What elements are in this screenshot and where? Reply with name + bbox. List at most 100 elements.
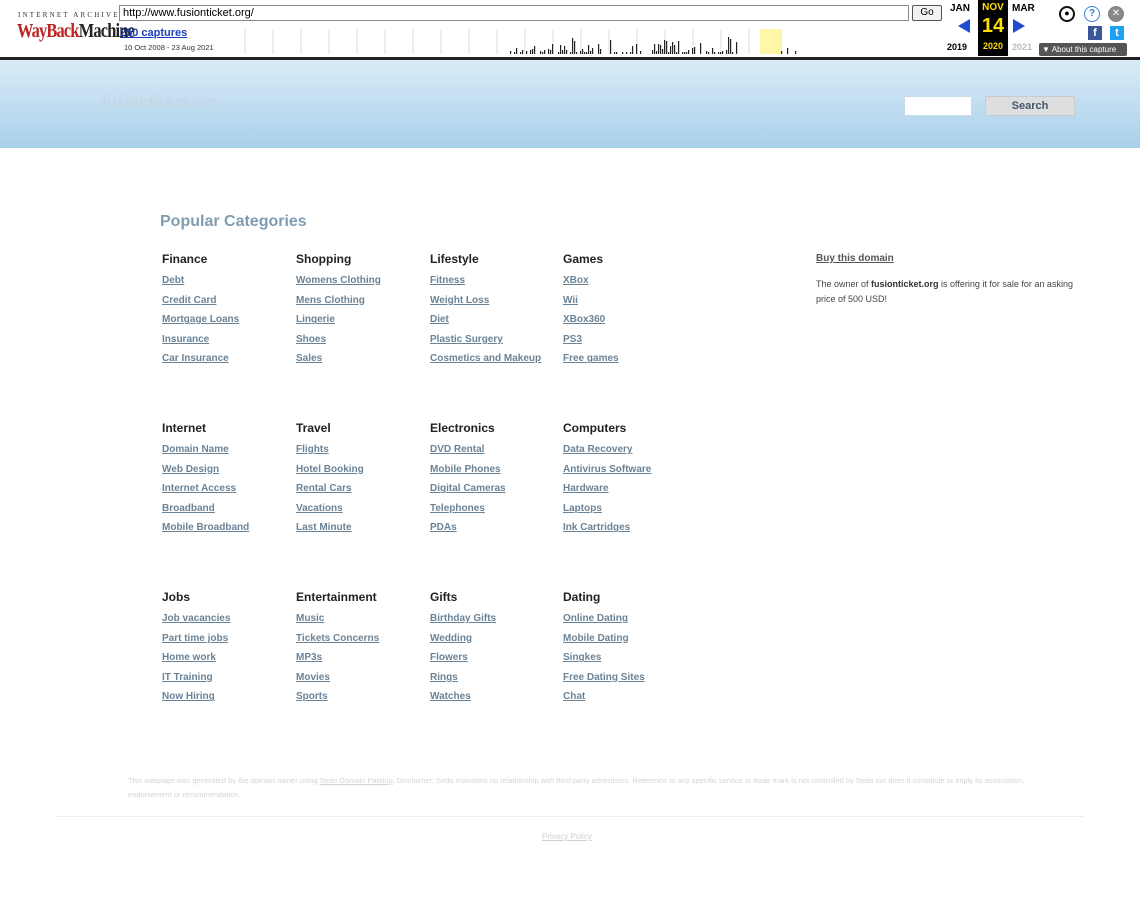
- capture-bar: [544, 50, 546, 54]
- category-link[interactable]: Hardware: [563, 483, 695, 503]
- category-link[interactable]: Plastic Surgery: [430, 334, 562, 354]
- captures-link[interactable]: 250 captures: [120, 27, 187, 39]
- wayback-logo[interactable]: INTERNET ARCHIVE WayBackMachine: [10, 6, 135, 50]
- category-link[interactable]: Laptops: [563, 503, 695, 523]
- category-link[interactable]: MP3s: [296, 652, 428, 672]
- search-input[interactable]: [904, 96, 972, 116]
- category-link[interactable]: Broadband: [162, 503, 294, 523]
- next-month[interactable]: MAR: [1012, 3, 1035, 14]
- category-link[interactable]: Rings: [430, 672, 562, 692]
- capture-bar: [658, 44, 660, 54]
- category-link[interactable]: Internet Access: [162, 483, 294, 503]
- category-link[interactable]: XBox360: [563, 314, 695, 334]
- category-link[interactable]: Movies: [296, 672, 428, 692]
- category-group-games: Games XBox Wii XBox360 PS3 Free games: [563, 252, 695, 373]
- category-link[interactable]: Sales: [296, 353, 428, 373]
- capture-bar: [686, 52, 688, 54]
- category-link[interactable]: Domain Name: [162, 444, 294, 464]
- category-link[interactable]: PS3: [563, 334, 695, 354]
- category-link[interactable]: Free games: [563, 353, 695, 373]
- category-link[interactable]: Mortgage Loans: [162, 314, 294, 334]
- category-link[interactable]: Chat: [563, 691, 695, 711]
- capture-bar: [586, 52, 588, 54]
- privacy-policy-link[interactable]: Privacy Policy: [542, 832, 592, 841]
- category-link[interactable]: Wedding: [430, 633, 562, 653]
- category-link[interactable]: Mens Clothing: [296, 295, 428, 315]
- category-link[interactable]: Tickets Concerns: [296, 633, 428, 653]
- category-link[interactable]: Antivirus Software: [563, 464, 695, 484]
- capture-bar: [668, 52, 670, 54]
- next-capture-arrow-icon[interactable]: [1013, 19, 1025, 33]
- facebook-icon[interactable]: f: [1088, 26, 1102, 40]
- category-link[interactable]: Ink Cartridges: [563, 522, 695, 542]
- category-link[interactable]: Digital Cameras: [430, 483, 562, 503]
- category-link[interactable]: Vacations: [296, 503, 428, 523]
- category-link[interactable]: Web Design: [162, 464, 294, 484]
- category-link[interactable]: Shoes: [296, 334, 428, 354]
- buy-domain-link[interactable]: Buy this domain: [816, 253, 894, 264]
- category-link[interactable]: Music: [296, 613, 428, 633]
- go-button[interactable]: Go: [912, 5, 942, 21]
- sedo-parking-link[interactable]: Sedo Domain Parking: [320, 776, 393, 785]
- category-link[interactable]: Insurance: [162, 334, 294, 354]
- category-link[interactable]: XBox: [563, 275, 695, 295]
- category-link[interactable]: Weight Loss: [430, 295, 562, 315]
- category-link[interactable]: Home work: [162, 652, 294, 672]
- prev-month[interactable]: JAN: [950, 3, 970, 14]
- current-month: NOV: [982, 2, 1004, 13]
- category-link[interactable]: Flowers: [430, 652, 562, 672]
- category-link[interactable]: Mobile Broadband: [162, 522, 294, 542]
- help-icon[interactable]: ?: [1084, 6, 1100, 22]
- category-link[interactable]: DVD Rental: [430, 444, 562, 464]
- category-link[interactable]: Data Recovery: [563, 444, 695, 464]
- category-link[interactable]: PDAs: [430, 522, 562, 542]
- category-link[interactable]: Diet: [430, 314, 562, 334]
- capture-sparkline[interactable]: [225, 29, 805, 54]
- capture-bar: [632, 46, 634, 54]
- category-link[interactable]: Online Dating: [563, 613, 695, 633]
- category-link[interactable]: Womens Clothing: [296, 275, 428, 295]
- category-link[interactable]: Birthday Gifts: [430, 613, 562, 633]
- twitter-icon[interactable]: t: [1110, 26, 1124, 40]
- category-link[interactable]: Car Insurance: [162, 353, 294, 373]
- search-button[interactable]: Search: [985, 96, 1075, 116]
- category-group-gifts: Gifts Birthday Gifts Wedding Flowers Rings Wa…: [430, 590, 562, 711]
- category-link[interactable]: Rental Cars: [296, 483, 428, 503]
- category-link[interactable]: Watches: [430, 691, 562, 711]
- category-title: Electronics: [430, 421, 495, 435]
- current-day: 14: [981, 15, 1005, 37]
- about-capture-button[interactable]: ▼ About this capture: [1039, 43, 1127, 56]
- capture-bar: [652, 50, 654, 54]
- category-link[interactable]: Hotel Booking: [296, 464, 428, 484]
- capture-bar: [672, 42, 674, 54]
- category-link[interactable]: Free Dating Sites: [563, 672, 695, 692]
- prev-capture-arrow-icon[interactable]: [958, 19, 970, 33]
- capture-bar: [526, 51, 528, 54]
- category-link[interactable]: Credit Card: [162, 295, 294, 315]
- wayback-toolbar: INTERNET ARCHIVE WayBackMachine http://w…: [0, 0, 1140, 60]
- current-capture: NOV 14 2020: [978, 0, 1008, 56]
- current-year: 2020: [982, 41, 1004, 51]
- prev-year[interactable]: 2019: [947, 42, 967, 52]
- category-link[interactable]: Mobile Dating: [563, 633, 695, 653]
- category-link[interactable]: Wii: [563, 295, 695, 315]
- category-link[interactable]: Now Hiring: [162, 691, 294, 711]
- category-link[interactable]: Singkes: [563, 652, 695, 672]
- category-link[interactable]: Fitness: [430, 275, 562, 295]
- user-account-icon[interactable]: ●: [1059, 6, 1075, 22]
- site-brand[interactable]: fusionticket.org: [102, 94, 218, 112]
- category-link[interactable]: Telephones: [430, 503, 562, 523]
- category-link[interactable]: Cosmetics and Makeup: [430, 353, 562, 373]
- category-link[interactable]: Flights: [296, 444, 428, 464]
- category-link[interactable]: Job vacancies: [162, 613, 294, 633]
- category-link[interactable]: Last Minute: [296, 522, 428, 542]
- category-link[interactable]: Mobile Phones: [430, 464, 562, 484]
- category-link[interactable]: Part time jobs: [162, 633, 294, 653]
- category-link[interactable]: IT Training: [162, 672, 294, 692]
- close-icon[interactable]: ✕: [1108, 6, 1124, 22]
- category-link[interactable]: Debt: [162, 275, 294, 295]
- url-input[interactable]: http://www.fusionticket.org/: [119, 5, 909, 21]
- category-link[interactable]: Lingerie: [296, 314, 428, 334]
- capture-bar: [576, 52, 578, 54]
- category-link[interactable]: Sports: [296, 691, 428, 711]
